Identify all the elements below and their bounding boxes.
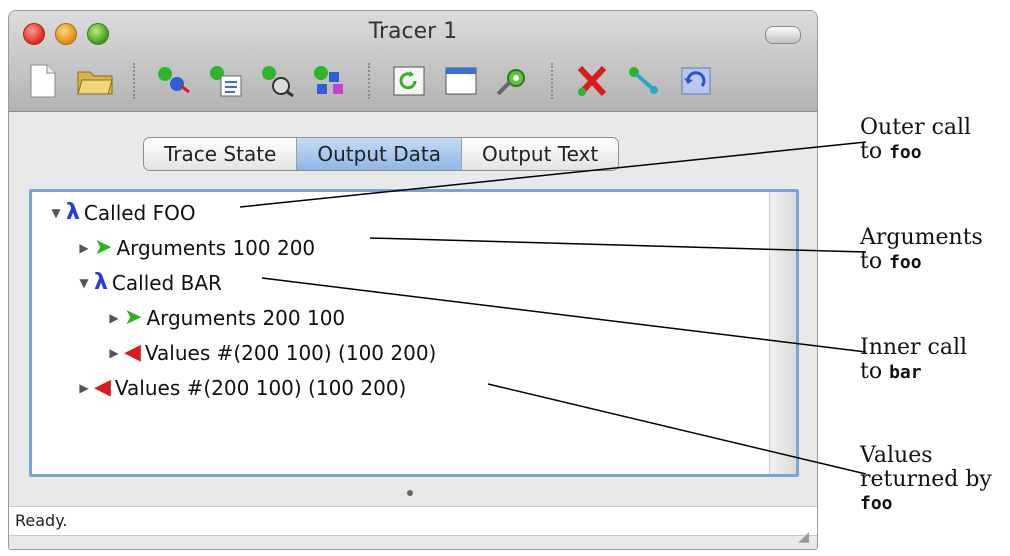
trace-start-icon[interactable] xyxy=(154,61,194,101)
toolbar xyxy=(23,57,716,105)
tree-row[interactable]: ▼ λ Called BAR xyxy=(76,270,222,295)
values-arrow-icon: ◀ xyxy=(94,375,111,400)
resize-grip-icon[interactable]: ◢ xyxy=(798,529,809,545)
refresh-icon[interactable] xyxy=(389,61,429,101)
tree-row[interactable]: ▼ λ Called FOO xyxy=(48,200,196,225)
disclosure-collapsed-icon[interactable]: ▶ xyxy=(76,381,92,395)
vertical-scrollbar[interactable] xyxy=(769,192,796,474)
window-icon[interactable] xyxy=(441,61,481,101)
disclosure-collapsed-icon[interactable]: ▶ xyxy=(106,346,122,360)
toolbar-separator xyxy=(551,63,554,99)
trace-list-icon[interactable] xyxy=(206,61,246,101)
annotation-line: foo xyxy=(860,493,893,514)
title-bar: Tracer 1 xyxy=(9,11,817,112)
splitter-handle[interactable] xyxy=(407,490,413,496)
tab-output-data[interactable]: Output Data xyxy=(297,138,462,170)
annotation-line: returned by xyxy=(860,467,992,492)
trace-tree-icon[interactable] xyxy=(310,61,350,101)
annotation-values: Values returned by foo xyxy=(860,444,992,516)
lambda-icon: λ xyxy=(94,270,108,295)
disclosure-expanded-icon[interactable]: ▼ xyxy=(48,206,64,220)
annotation-line: Arguments xyxy=(860,225,983,250)
annotation-line: Values xyxy=(860,443,933,468)
undo-icon[interactable] xyxy=(676,61,716,101)
status-bar: Ready. xyxy=(9,506,817,536)
toolbar-separator xyxy=(133,63,136,99)
tree-row[interactable]: ▶ ◀ Values #(200 100) (100 200) xyxy=(76,375,406,400)
disclosure-collapsed-icon[interactable]: ▶ xyxy=(106,311,122,325)
disclosure-expanded-icon[interactable]: ▼ xyxy=(76,276,92,290)
step-icon[interactable] xyxy=(624,61,664,101)
values-arrow-icon: ◀ xyxy=(124,340,141,365)
tab-trace-state[interactable]: Trace State xyxy=(144,138,298,170)
arguments-arrow-icon: ➤ xyxy=(94,235,113,260)
tree-row[interactable]: ▶ ◀ Values #(200 100) (100 200) xyxy=(106,340,436,365)
toolbar-toggle-button[interactable] xyxy=(765,26,801,44)
settings-icon[interactable] xyxy=(493,61,533,101)
annotation-line: to foo xyxy=(860,139,922,164)
arguments-arrow-icon: ➤ xyxy=(124,305,143,330)
tree-row[interactable]: ▶ ➤ Arguments 100 200 xyxy=(76,235,315,260)
lambda-icon: λ xyxy=(66,200,80,225)
annotation-line: Outer call xyxy=(860,115,972,140)
open-folder-icon[interactable] xyxy=(75,61,115,101)
annotation-line: Inner call xyxy=(860,335,968,360)
toolbar-separator xyxy=(368,63,371,99)
tracer-window: Tracer 1 Trace State Output Data Output … xyxy=(8,10,818,550)
tree-row-label: Arguments 100 200 xyxy=(116,235,316,260)
output-tree: ▼ λ Called FOO ▶ ➤ Arguments 100 200 ▼ λ… xyxy=(29,189,799,477)
tree-row-label: Values #(200 100) (100 200) xyxy=(114,375,407,400)
new-document-icon[interactable] xyxy=(23,61,63,101)
tree-row-label: Called FOO xyxy=(83,200,196,225)
tree-row-label: Called BAR xyxy=(111,270,222,295)
view-tabs: Trace State Output Data Output Text xyxy=(143,137,620,171)
annotation-line: to bar xyxy=(860,359,922,384)
tab-output-text[interactable]: Output Text xyxy=(461,138,619,170)
delete-icon[interactable] xyxy=(572,61,612,101)
tree-row[interactable]: ▶ ➤ Arguments 200 100 xyxy=(106,305,345,330)
annotation-inner-call: Inner call to bar xyxy=(860,336,967,385)
tree-row-label: Arguments 200 100 xyxy=(146,305,346,330)
disclosure-collapsed-icon[interactable]: ▶ xyxy=(76,241,92,255)
annotation-line: to foo xyxy=(860,249,922,274)
tree-row-label: Values #(200 100) (100 200) xyxy=(144,340,437,365)
trace-inspect-icon[interactable] xyxy=(258,61,298,101)
annotation-arguments: Arguments to foo xyxy=(860,226,983,275)
annotation-outer-call: Outer call to foo xyxy=(860,116,971,165)
window-title: Tracer 1 xyxy=(368,19,458,44)
